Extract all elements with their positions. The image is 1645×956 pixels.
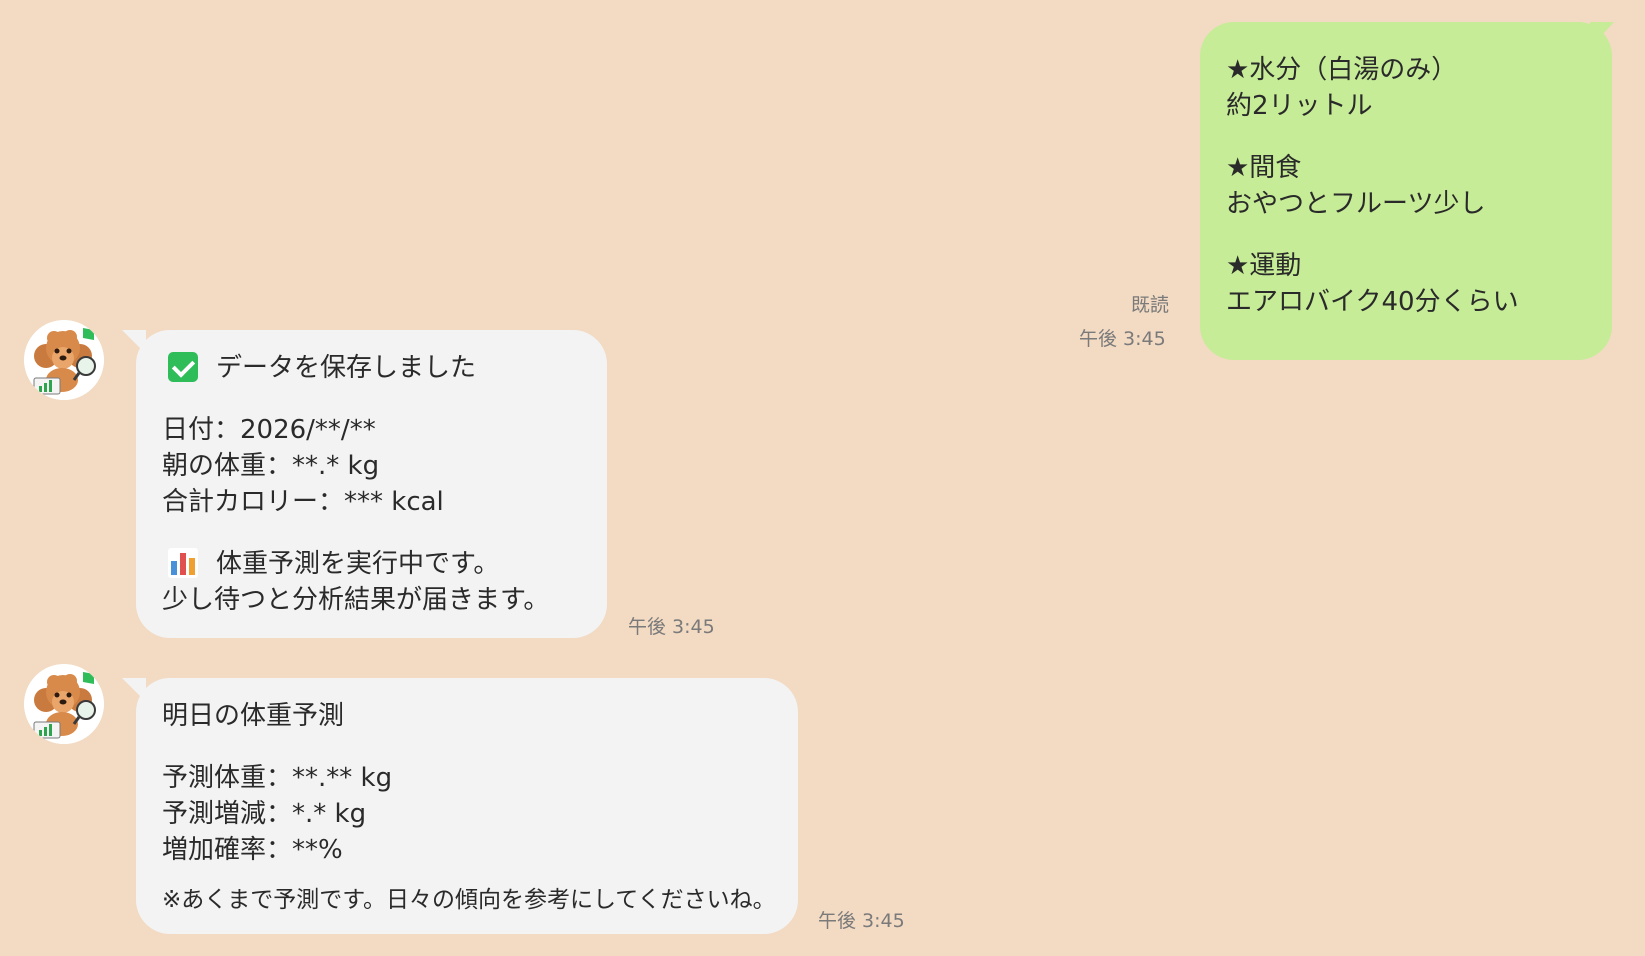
forecast-note: ※あくまで予測です。日々の傾向を参考にしてくださいね。 [162,887,776,913]
bot-forecast-timestamp: 午後 3:45 [818,910,905,932]
line-spacer [162,734,774,760]
outgoing-line: ★水分（白湯のみ） [1226,55,1458,85]
outgoing-line: おやつとフルーツ少し [1226,189,1486,219]
bot-forecast-bubble[interactable]: 明日の体重予測 予測体重：**.** kg 予測増減：*.* kg 増加確率：*… [136,678,798,934]
line-spacer [162,386,583,412]
forecast-title: 明日の体重予測 [162,701,345,731]
line-spacer [1226,124,1588,150]
outgoing-line: 約2リットル [1226,91,1373,121]
outgoing-message-bubble[interactable]: ★水分（白湯のみ） 約2リットル ★間食 おやつとフルーツ少し ★運動 エアロバ… [1200,22,1612,360]
outgoing-line: ★間食 [1226,153,1302,183]
bot-status-text: 体重予測を実行中です。 [216,549,500,579]
forecast-line: 予測増減：*.* kg [162,799,367,829]
bot-message-title: データを保存しました [216,353,477,383]
bot-message-line: 朝の体重：**.* kg [162,451,380,481]
check-mark-icon [168,352,198,382]
outgoing-timestamp: 午後 3:45 [1079,328,1166,350]
line-spacer [162,868,774,882]
bar-chart-icon [168,548,198,578]
bot-message-line: 合計カロリー：*** kcal [162,487,444,517]
line-spacer [1226,222,1588,248]
bot-message-timestamp: 午後 3:45 [628,616,715,638]
bot-message-bubble[interactable]: データを保存しました 日付：2026/**/** 朝の体重：**.* kg 合計… [136,330,607,638]
bot-avatar[interactable] [24,664,104,744]
bot-message-title-row: データを保存しました [162,350,583,386]
outgoing-line: ★運動 [1226,251,1302,281]
outgoing-line: エアロバイク40分くらい [1226,287,1519,317]
bot-avatar[interactable] [24,320,104,400]
forecast-line: 増加確率：**% [162,835,343,865]
forecast-line: 予測体重：**.** kg [162,763,393,793]
toy-poodle-mascot-icon [24,320,104,400]
bot-message-line: 日付：2026/**/** [162,415,376,445]
read-receipt: 既読 [1131,294,1170,316]
bot-message-line: 少し待つと分析結果が届きます。 [162,585,550,615]
toy-poodle-mascot-icon [24,664,104,744]
line-spacer [162,520,583,546]
bot-message-status-row: 体重予測を実行中です。 [162,546,583,582]
